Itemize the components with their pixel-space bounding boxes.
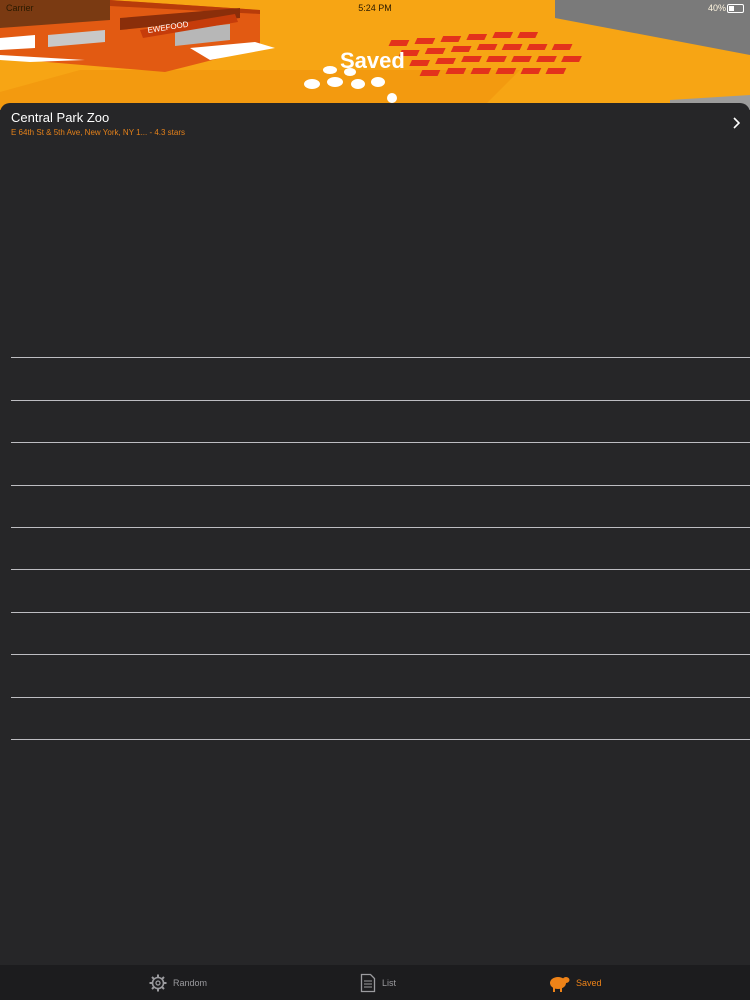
page-title: Saved [340, 48, 405, 73]
tab-label: List [382, 977, 397, 988]
tab-list[interactable]: List [360, 965, 396, 1000]
tab-random[interactable]: Random [149, 965, 207, 1000]
battery-icon [727, 4, 744, 13]
chevron-right-icon [733, 117, 740, 129]
gear-icon [149, 974, 167, 991]
saved-list: Central Park Zoo E 64th St & 5th Ave, Ne… [0, 103, 750, 965]
row-separator [11, 442, 750, 443]
list-item-title: Central Park Zoo [11, 110, 110, 125]
row-separator [11, 739, 750, 740]
status-time: 5:24 PM [358, 3, 392, 13]
document-icon [360, 973, 376, 992]
row-separator [11, 485, 750, 486]
row-separator [11, 612, 750, 613]
tab-bar: Random List Saved [0, 965, 750, 1000]
tab-label: Saved [576, 977, 602, 988]
row-separator [11, 654, 750, 655]
row-separator [11, 569, 750, 570]
row-separator [11, 697, 750, 698]
list-item[interactable]: Central Park Zoo E 64th St & 5th Ave, Ne… [0, 103, 750, 143]
header-banner: EWEFOOD Carrier 5:24 PM 40% Saved [0, 0, 750, 110]
list-item-subtitle: E 64th St & 5th Ave, New York, NY 1... -… [11, 128, 186, 137]
row-separator [11, 527, 750, 528]
tab-saved[interactable]: Saved [548, 965, 602, 1000]
row-separator [11, 357, 750, 358]
tab-label: Random [173, 977, 208, 988]
sheep-icon [550, 976, 570, 992]
battery-percent: 40% [707, 3, 726, 13]
row-separator [11, 400, 750, 401]
